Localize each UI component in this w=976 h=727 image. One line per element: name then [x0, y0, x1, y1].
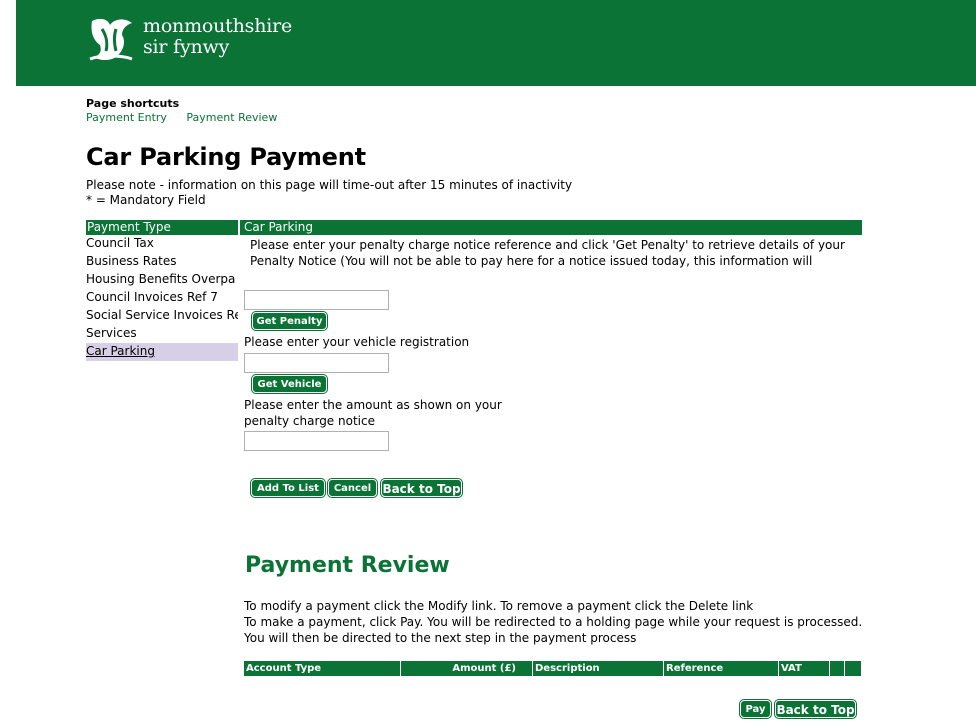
page-shortcuts: Page shortcuts Payment Entry Payment Rev… [86, 97, 293, 125]
dragon-logo-icon[interactable] [86, 15, 136, 63]
review-instructions: To modify a payment click the Modify lin… [244, 598, 864, 646]
payment-review-title: Payment Review [245, 553, 450, 578]
payment-type-panel: Payment Type Council Tax Business Rates … [86, 220, 238, 361]
payment-type-business-rates[interactable]: Business Rates [86, 253, 238, 271]
page-title: Car Parking Payment [86, 143, 366, 171]
payment-type-social-service-invoices[interactable]: Social Service Invoices Re [86, 307, 238, 325]
penalty-instruction: Please enter your penalty charge notice … [250, 238, 845, 268]
payment-type-car-parking[interactable]: Car Parking [86, 343, 238, 361]
payment-review-table-header: Account Type Amount (£) Description Refe… [244, 661, 861, 676]
vehicle-registration-input[interactable] [244, 353, 389, 373]
amount-instruction: Please enter the amount as shown on your… [244, 398, 502, 428]
car-parking-section: Car Parking [240, 220, 862, 235]
payment-type-council-tax[interactable]: Council Tax [86, 235, 238, 253]
payment-type-council-invoices[interactable]: Council Invoices Ref 7 [86, 289, 238, 307]
payment-type-label: Council Invoices Ref 7 [86, 290, 218, 304]
add-to-list-button[interactable]: Add To List [250, 478, 326, 498]
brand-name[interactable]: monmouthshire sir fynwy [143, 16, 292, 58]
brand-line-1: monmouthshire [143, 15, 293, 37]
mandatory-field-note: * = Mandatory Field [86, 193, 206, 207]
timeout-note: Please note - information on this page w… [86, 178, 572, 208]
brand-line-2: sir fynwy [143, 36, 230, 58]
column-delete [845, 661, 861, 676]
cancel-button[interactable]: Cancel [327, 478, 378, 498]
payment-type-services[interactable]: Services [86, 325, 238, 343]
payment-type-label: Social Service Invoices Re [86, 308, 238, 322]
back-to-top-button[interactable]: Back to Top [380, 478, 463, 498]
site-header: monmouthshire sir fynwy [16, 0, 976, 86]
shortcut-payment-review[interactable]: Payment Review [186, 111, 277, 124]
payment-type-heading: Payment Type [86, 220, 238, 235]
pay-button[interactable]: Pay [739, 699, 772, 719]
timeout-note-line: Please note - information on this page w… [86, 178, 573, 192]
amount-input[interactable] [244, 431, 389, 451]
payment-type-label: Council Tax [86, 236, 154, 250]
review-instruction-pay: To make a payment, click Pay. You will b… [244, 615, 863, 645]
column-amount: Amount (£) [401, 661, 533, 676]
column-account-type: Account Type [244, 661, 401, 676]
back-to-top-bottom-button[interactable]: Back to Top [774, 699, 857, 719]
car-parking-heading: Car Parking [240, 220, 862, 235]
payment-type-housing-benefits[interactable]: Housing Benefits Overpa [86, 271, 238, 289]
shortcuts-title: Page shortcuts [86, 97, 180, 110]
column-reference: Reference [664, 661, 779, 676]
vehicle-instruction: Please enter your vehicle registration [244, 335, 470, 349]
column-modify [830, 661, 845, 676]
shortcut-payment-entry[interactable]: Payment Entry [86, 111, 167, 124]
payment-type-label: Car Parking [86, 344, 155, 358]
column-vat: VAT [779, 661, 830, 676]
review-instruction-modify: To modify a payment click the Modify lin… [244, 599, 754, 613]
payment-type-label: Housing Benefits Overpa [86, 272, 236, 286]
payment-type-label: Business Rates [86, 254, 177, 268]
payment-type-label: Services [86, 326, 137, 340]
penalty-reference-input[interactable] [244, 290, 389, 310]
get-vehicle-button[interactable]: Get Vehicle [251, 374, 328, 394]
get-penalty-button[interactable]: Get Penalty [251, 311, 328, 331]
column-description: Description [533, 661, 664, 676]
